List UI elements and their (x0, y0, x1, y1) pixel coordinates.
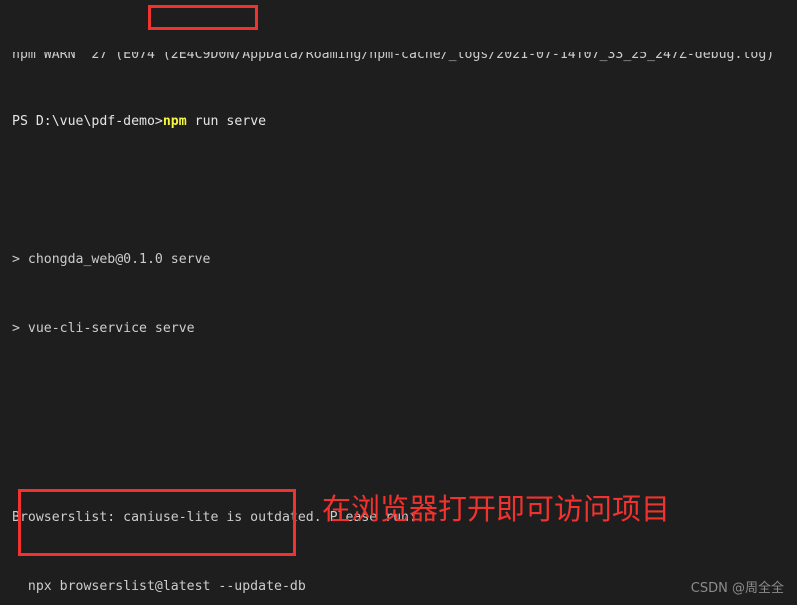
terminal-window[interactable]: npm WARN 27 (E074 (2E4C9D0N/AppData/Roam… (0, 0, 797, 605)
annotation-chinese-note: 在浏览器打开即可访问项目 (322, 492, 671, 526)
terminal-line-script-2: > vue-cli-service serve (12, 320, 797, 337)
terminal-line-script-1: > chongda_web@0.1.0 serve (12, 251, 797, 268)
command-args: run serve (186, 114, 267, 130)
terminal-line-prompt: PS D:\vue\pdf-demo>npm run serve (12, 113, 797, 130)
terminal-line-blank-1 (12, 182, 797, 199)
script-line-2: > vue-cli-service serve (12, 320, 195, 336)
terminal-line-blank-3 (12, 440, 797, 457)
terminal-line-browserslist-2: npx browserslist@latest --update-db (12, 578, 797, 595)
cropped-log-text: npm WARN 27 (E074 (2E4C9D0N/AppData/Roam… (12, 51, 775, 62)
command-keyword: npm (162, 114, 187, 130)
terminal-line-cropped: npm WARN 27 (E074 (2E4C9D0N/AppData/Roam… (12, 52, 797, 62)
prompt-path: PS D:\vue\pdf-demo> (12, 114, 163, 130)
csdn-watermark: CSDN @周全全 (690, 580, 784, 596)
script-line-1: > chongda_web@0.1.0 serve (12, 251, 211, 267)
browserslist-update-cmd: npx browserslist@latest --update-db (12, 578, 306, 594)
terminal-line-blank-2 (12, 388, 797, 405)
